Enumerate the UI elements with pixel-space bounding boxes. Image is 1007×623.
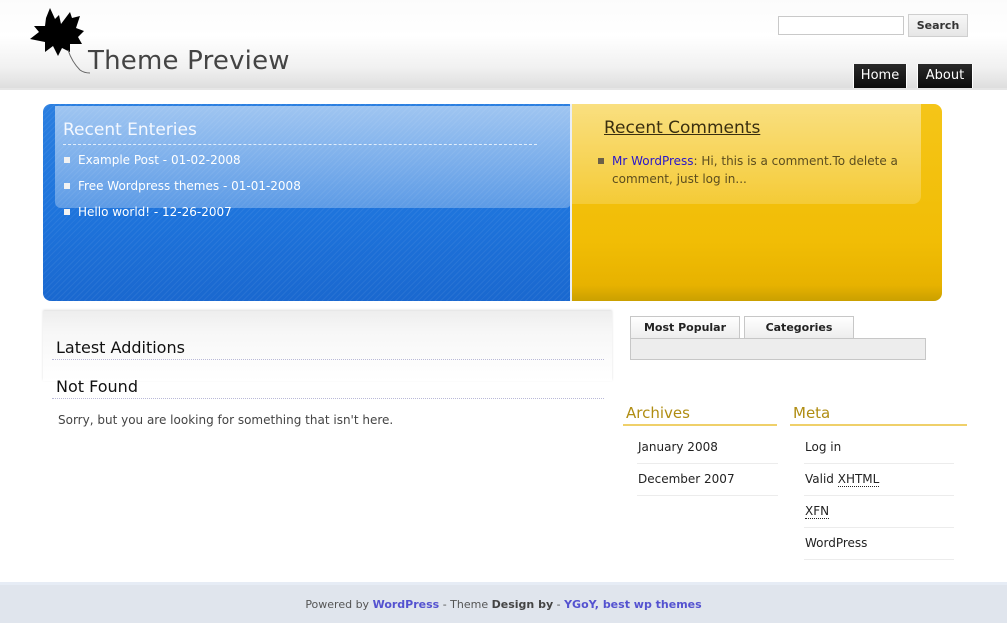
meta-item: Valid XHTML	[804, 464, 954, 496]
dashed-divider	[63, 144, 537, 145]
recent-entry-link[interactable]: Example Post - 01-02-2008	[63, 152, 301, 178]
xfn-abbr: XFN	[805, 504, 830, 519]
not-found-heading: Not Found	[56, 377, 138, 396]
recent-comments-title: Recent Comments	[604, 118, 761, 138]
meta-item: Log in	[804, 432, 954, 464]
footer: Powered by WordPress - Theme Design by -…	[0, 582, 1007, 623]
xfn-link[interactable]: XFN	[805, 504, 830, 519]
meta-item: XFN	[804, 496, 954, 528]
tab-categories[interactable]: Categories	[744, 316, 854, 339]
tab-most-popular[interactable]: Most Popular	[630, 316, 740, 339]
nav-home[interactable]: Home	[853, 64, 907, 88]
archive-item: January 2008	[637, 432, 778, 464]
valid-xhtml-link[interactable]: Valid XHTML	[805, 472, 880, 487]
footer-ygoy-link[interactable]: YGoY	[564, 598, 595, 611]
site-title[interactable]: Theme Preview	[88, 46, 290, 76]
recent-entry-link[interactable]: Hello world! - 12-26-2007	[63, 204, 301, 230]
search-button[interactable]: Search	[908, 14, 968, 37]
recent-entry-link[interactable]: Free Wordpress themes - 01-01-2008	[63, 178, 301, 204]
dotted-divider	[52, 359, 604, 360]
recent-entries-title: Recent Enteries	[63, 120, 197, 140]
header-divider	[0, 88, 1007, 90]
header: Theme Preview Search Home About	[0, 0, 1007, 90]
archives-title: Archives	[626, 404, 690, 422]
footer-wordpress-link[interactable]: WordPress	[373, 598, 440, 611]
footer-best-themes-link[interactable]: best wp themes	[603, 598, 702, 611]
footer-design-by: Design by	[491, 598, 554, 611]
dotted-divider	[52, 398, 604, 399]
recent-comments-panel: Recent Comments Mr WordPress: Hi, this i…	[572, 104, 942, 301]
archive-item: December 2007	[637, 464, 778, 496]
recent-entries-panel: Recent Enteries Example Post - 01-02-200…	[43, 104, 571, 301]
login-link[interactable]: Log in	[805, 440, 841, 454]
search-input[interactable]	[778, 16, 904, 35]
maple-leaf-icon[interactable]	[28, 4, 94, 74]
wordpress-link[interactable]: WordPress	[805, 536, 867, 550]
tab-panel	[630, 338, 926, 360]
meta-item: WordPress	[804, 528, 954, 560]
recent-entries-list: Example Post - 01-02-2008 Free Wordpress…	[63, 152, 301, 230]
latest-additions-heading: Latest Additions	[56, 338, 185, 357]
archives-divider	[623, 424, 777, 426]
meta-title: Meta	[793, 404, 831, 422]
comment-author-link[interactable]: Mr WordPress	[612, 154, 694, 168]
archives-list: January 2008 December 2007	[637, 432, 778, 496]
recent-comments-list: Mr WordPress: Hi, this is a comment.To d…	[598, 152, 918, 188]
footer-dash: -	[553, 598, 565, 611]
archive-link[interactable]: December 2007	[638, 472, 735, 486]
nav-about[interactable]: About	[917, 64, 973, 88]
meta-list: Log in Valid XHTML XFN WordPress	[804, 432, 954, 560]
xhtml-abbr: XHTML	[837, 472, 880, 487]
comment-item: Mr WordPress: Hi, this is a comment.To d…	[598, 152, 918, 188]
footer-theme-text: - Theme	[439, 598, 492, 611]
footer-powered-by: Powered by	[305, 598, 373, 611]
valid-prefix: Valid	[805, 472, 838, 486]
footer-comma: ,	[594, 598, 603, 611]
archive-link[interactable]: January 2008	[638, 440, 718, 454]
page: Theme Preview Search Home About Recent E…	[0, 0, 1007, 623]
not-found-message: Sorry, but you are looking for something…	[58, 413, 394, 427]
meta-divider	[790, 424, 967, 426]
